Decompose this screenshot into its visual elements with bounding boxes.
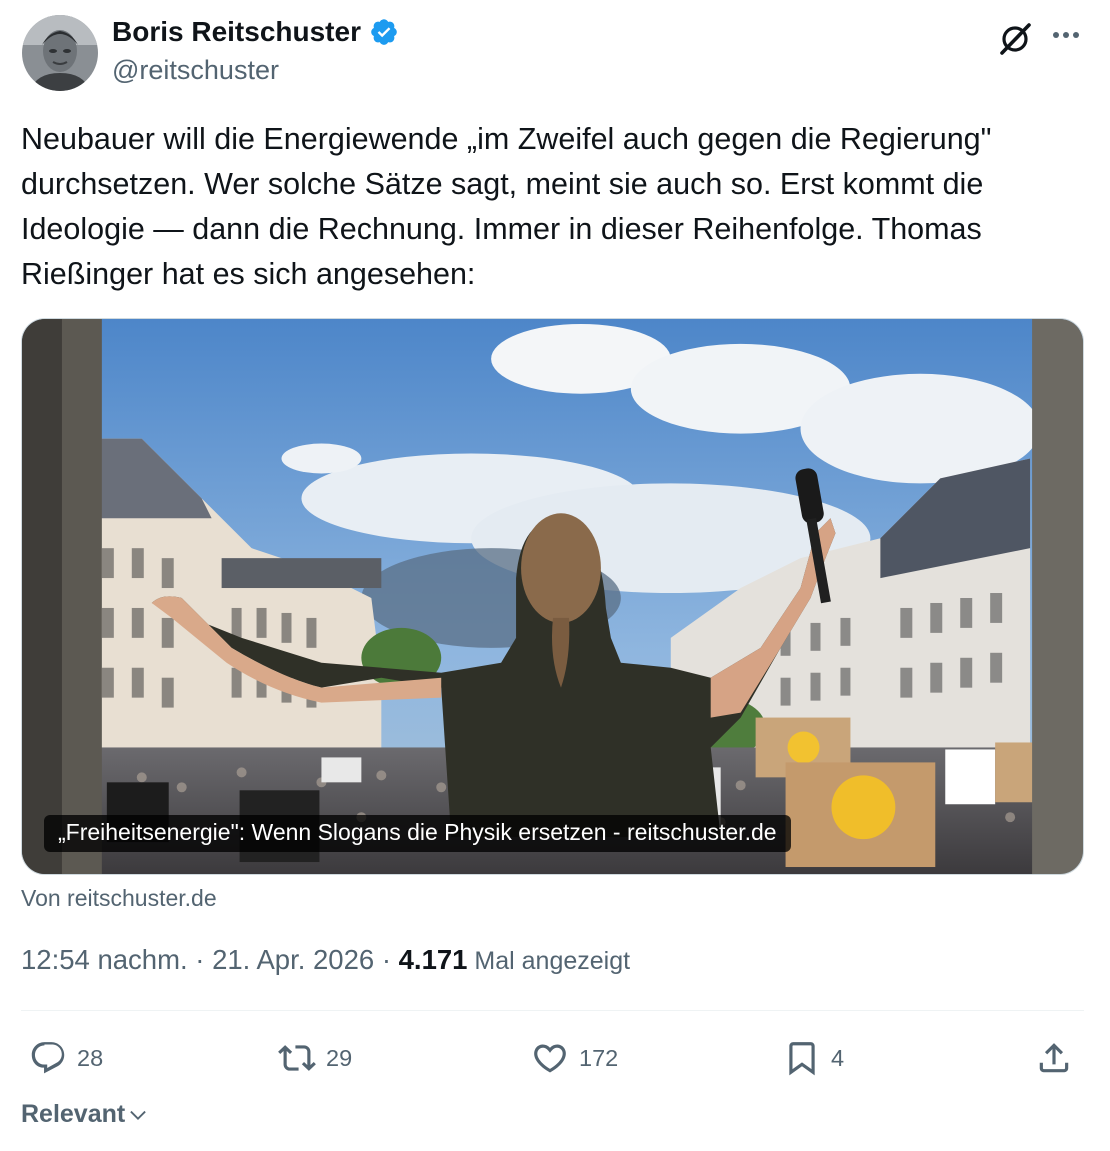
author-handle[interactable]: @reitschuster	[112, 55, 279, 86]
link-card[interactable]: „Freiheitsenergie": Wenn Slogans die Phy…	[21, 318, 1084, 875]
card-caption: „Freiheitsenergie": Wenn Slogans die Phy…	[44, 815, 791, 852]
repost-icon	[278, 1045, 316, 1071]
reply-icon	[31, 1042, 65, 1074]
share-button[interactable]	[1035, 1030, 1073, 1086]
tweet-date[interactable]: 21. Apr. 2026	[212, 944, 374, 975]
card-source-link[interactable]: Von reitschuster.de	[21, 885, 217, 912]
tweet-text: Neubauer will die Energiewende „im Zweif…	[21, 122, 992, 291]
bookmark-count: 4	[831, 1044, 845, 1071]
divider	[21, 1010, 1084, 1011]
tweet-time[interactable]: 12:54 nachm.	[21, 944, 188, 975]
meta-separator: ·	[374, 944, 399, 975]
verified-badge-icon	[369, 17, 399, 47]
card-image	[22, 319, 1083, 874]
bookmark-button[interactable]: 4	[783, 1030, 844, 1086]
views-count: 4.171	[398, 944, 468, 975]
bookmark-icon	[789, 1042, 815, 1076]
repost-count: 29	[326, 1044, 353, 1071]
author-name-text: Boris Reitschuster	[112, 16, 361, 47]
more-icon[interactable]	[1048, 18, 1084, 54]
share-icon	[1039, 1043, 1069, 1073]
author-name[interactable]: Boris Reitschuster	[112, 16, 399, 48]
chevron-down-icon	[130, 1110, 146, 1120]
grok-icon[interactable]	[996, 18, 1036, 58]
meta-separator: ·	[187, 944, 213, 975]
reply-button[interactable]: 28	[29, 1030, 103, 1086]
reply-sort-dropdown[interactable]: Relevant	[21, 1100, 149, 1129]
like-count: 172	[579, 1044, 619, 1071]
sort-label: Relevant	[21, 1100, 126, 1128]
avatar[interactable]	[22, 15, 98, 91]
action-bar: 28 29 172 4	[21, 1030, 1084, 1086]
like-button[interactable]: 172	[531, 1030, 618, 1086]
like-icon	[534, 1044, 566, 1073]
tweet-meta: 12:54 nachm. · 21. Apr. 2026 · 4.171 Mal…	[21, 944, 630, 976]
reply-count: 28	[77, 1044, 104, 1071]
views-label: Mal angezeigt	[467, 947, 631, 975]
repost-button[interactable]: 29	[278, 1030, 352, 1086]
